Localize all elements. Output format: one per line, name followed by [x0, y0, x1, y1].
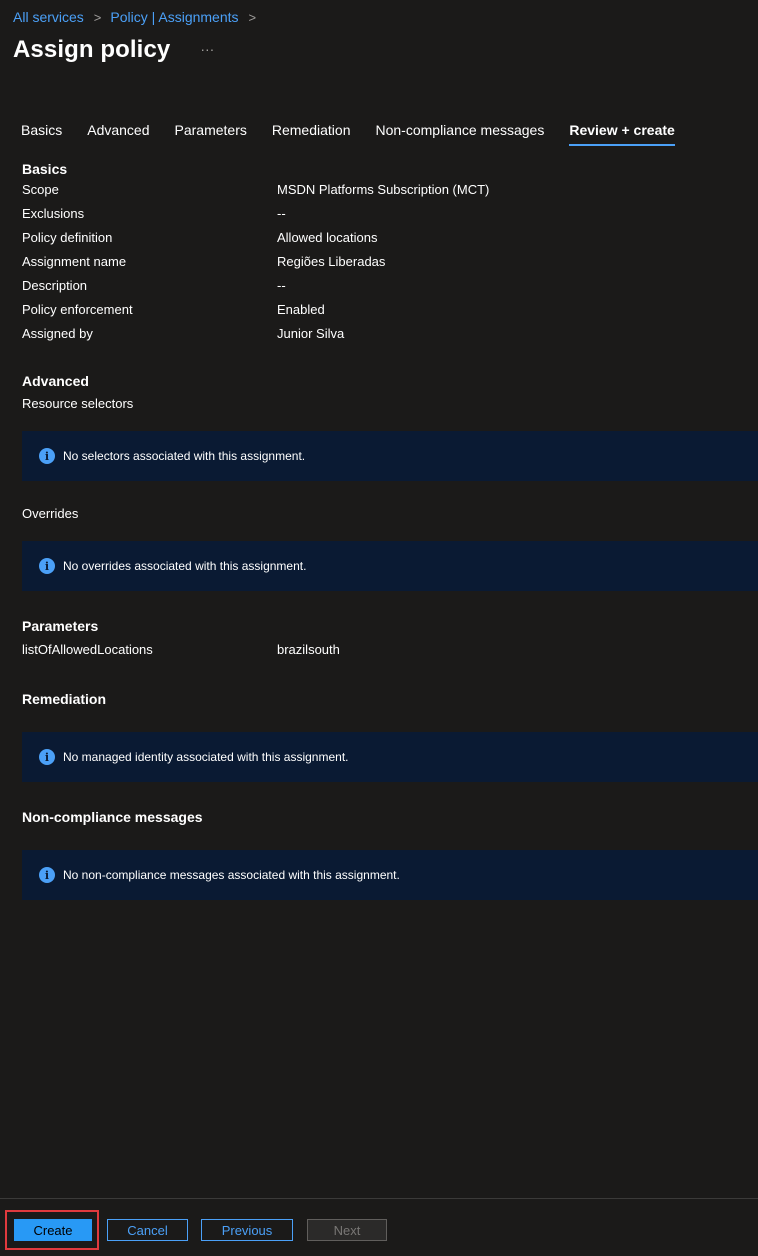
chevron-right-icon: > [248, 9, 257, 25]
breadcrumb: All services > Policy | Assignments > [13, 9, 265, 25]
row-label: listOfAllowedLocations [22, 642, 153, 657]
row-value: Allowed locations [277, 230, 378, 245]
next-button[interactable]: Next [307, 1219, 387, 1241]
breadcrumb-all-services[interactable]: All services [13, 9, 84, 25]
cancel-button[interactable]: Cancel [107, 1219, 188, 1241]
parameters-section-title: Parameters [22, 618, 99, 634]
basics-section: Basics Scope MSDN Platforms Subscription… [22, 160, 722, 346]
row-value: brazilsouth [277, 642, 340, 657]
info-icon: i [39, 749, 55, 765]
info-icon: i [39, 558, 55, 574]
remediation-section-title-wrap: Remediation [22, 690, 106, 708]
row-value: Junior Silva [277, 326, 345, 341]
remediation-section-title: Remediation [22, 691, 107, 707]
row-value: MSDN Platforms Subscription (MCT) [277, 182, 490, 197]
info-message: No non-compliance messages associated wi… [63, 868, 400, 882]
info-message: No overrides associated with this assign… [63, 559, 307, 573]
row-value: -- [277, 206, 286, 221]
noncompliance-section-title: Non-compliance messages [22, 809, 203, 825]
info-message: No selectors associated with this assign… [63, 449, 306, 463]
row-value: -- [277, 278, 286, 293]
info-message: No managed identity associated with this… [63, 750, 349, 764]
tab-bar: Basics Advanced Parameters Remediation N… [21, 122, 675, 146]
basics-row-assignment-name: Assignment name Regiões Liberadas [22, 250, 722, 274]
tab-review-create[interactable]: Review + create [569, 122, 675, 146]
more-icon[interactable]: ··· [196, 41, 218, 57]
noncompliance-section-title-wrap: Non-compliance messages [22, 808, 203, 826]
noncompliance-info-bar: i No non-compliance messages associated … [22, 850, 758, 900]
page-title: Assign policy [13, 36, 171, 63]
basics-row-policy-definition: Policy definition Allowed locations [22, 226, 722, 250]
basics-section-title: Basics [22, 161, 68, 177]
remediation-info-bar: i No managed identity associated with th… [22, 732, 758, 782]
advanced-section-title: Advanced [22, 373, 89, 389]
breadcrumb-policy-assignments[interactable]: Policy | Assignments [110, 9, 238, 25]
row-value: Regiões Liberadas [277, 254, 386, 269]
overrides-label: Overrides [22, 506, 79, 521]
basics-row-policy-enforcement: Policy enforcement Enabled [22, 298, 722, 322]
tab-remediation[interactable]: Remediation [272, 122, 351, 146]
row-label: Assigned by [22, 326, 93, 341]
row-label: Assignment name [22, 254, 127, 269]
basics-row-exclusions: Exclusions -- [22, 202, 722, 226]
tab-non-compliance-messages[interactable]: Non-compliance messages [375, 122, 544, 146]
chevron-right-icon: > [93, 9, 102, 25]
row-label: Policy enforcement [22, 302, 133, 317]
resource-selectors-label: Resource selectors [22, 396, 134, 411]
tab-basics[interactable]: Basics [21, 122, 62, 146]
row-label: Description [22, 278, 88, 293]
basics-row-description: Description -- [22, 274, 722, 298]
basics-row-assigned-by: Assigned by Junior Silva [22, 322, 722, 346]
title-row: Assign policy ··· [13, 36, 218, 64]
footer-bar: Create Cancel Previous Next [0, 1198, 758, 1256]
resource-selectors-info-bar: i No selectors associated with this assi… [22, 431, 758, 481]
info-icon: i [39, 448, 55, 464]
row-label: Policy definition [22, 230, 113, 245]
overrides-info-bar: i No overrides associated with this assi… [22, 541, 758, 591]
row-value: Enabled [277, 302, 325, 317]
tab-parameters[interactable]: Parameters [175, 122, 247, 146]
basics-row-scope: Scope MSDN Platforms Subscription (MCT) [22, 178, 722, 202]
parameters-section: Parameters listOfAllowedLocations brazil… [22, 617, 722, 662]
previous-button[interactable]: Previous [201, 1219, 293, 1241]
parameters-row-allowed-locations: listOfAllowedLocations brazilsouth [22, 638, 722, 662]
tab-advanced[interactable]: Advanced [87, 122, 149, 146]
advanced-section-title-wrap: Advanced [22, 372, 89, 390]
info-icon: i [39, 867, 55, 883]
row-label: Scope [22, 182, 59, 197]
create-button[interactable]: Create [14, 1219, 92, 1241]
row-label: Exclusions [22, 206, 85, 221]
assign-policy-page: All services > Policy | Assignments > As… [0, 0, 758, 1256]
